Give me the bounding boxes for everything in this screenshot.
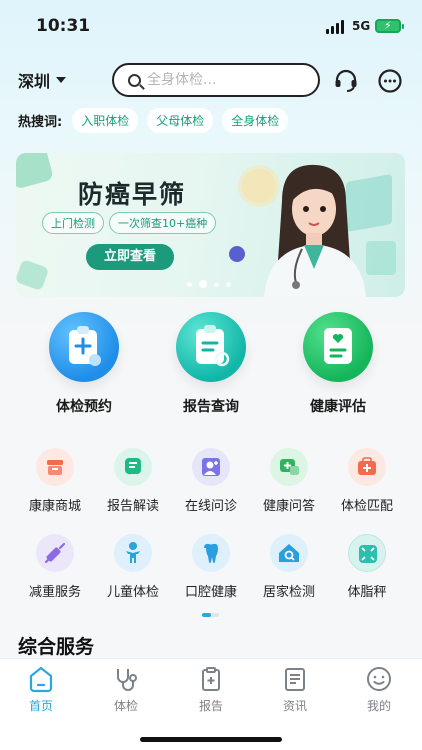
child-icon (114, 534, 152, 572)
carousel-indicator (187, 280, 238, 288)
tab-label: 首页 (28, 699, 53, 713)
grid-item-oral-health[interactable]: 口腔健康 (171, 534, 251, 600)
grid-label: 报告解读 (106, 499, 159, 514)
medkit-icon (348, 448, 386, 486)
report-chat-icon (114, 448, 152, 486)
hot-search-label: 热搜词: (18, 114, 63, 130)
grid-label: 口腔健康 (184, 585, 237, 600)
virus-illustration (229, 246, 245, 262)
grid-item-online-consult[interactable]: 在线问诊 (171, 448, 251, 514)
message-icon[interactable] (377, 68, 403, 94)
tab-label: 资讯 (282, 699, 307, 713)
search-icon (128, 73, 141, 87)
service-checkup-booking[interactable]: 体检预约 (34, 312, 134, 416)
home-indicator (140, 737, 282, 742)
syringe-icon (36, 534, 74, 572)
grid-label: 体检匹配 (340, 499, 393, 514)
doctor-illustration (264, 164, 366, 297)
grid-label: 在线问诊 (184, 499, 237, 514)
service-label: 健康评估 (310, 399, 366, 415)
grid-item-checkup-match[interactable]: 体检匹配 (327, 448, 407, 514)
signal-icon (326, 20, 346, 34)
grid-label: 居家检测 (262, 585, 315, 600)
grid-item-home-test[interactable]: 居家检测 (249, 534, 329, 600)
grid-item-health-qa[interactable]: 健康问答 (249, 448, 329, 514)
tab-report[interactable]: 报告 (181, 665, 241, 714)
grid-label: 减重服务 (28, 585, 81, 600)
grid-item-report-interpret[interactable]: 报告解读 (93, 448, 173, 514)
banner-pills: 上门检测 一次筛查10+癌种 (42, 212, 221, 234)
customer-service-icon[interactable] (333, 68, 359, 94)
tab-label: 体检 (113, 699, 138, 713)
hot-tag[interactable]: 入职体检 (72, 107, 139, 133)
grid-item-weight-loss[interactable]: 减重服务 (15, 534, 95, 600)
clipboard-plus-icon (49, 312, 119, 382)
doctor-icon (192, 448, 230, 486)
grid-item-shop[interactable]: 康康商城 (15, 448, 95, 514)
tab-news[interactable]: 资讯 (265, 665, 325, 714)
grid-label: 健康问答 (262, 499, 315, 514)
network-label: 5G (352, 19, 371, 33)
home-test-icon (270, 534, 308, 572)
shop-icon (36, 448, 74, 486)
qa-icon (270, 448, 308, 486)
battery-icon: ⚡ (375, 19, 404, 33)
tab-home[interactable]: 首页 (11, 665, 71, 714)
tab-label: 我的 (366, 699, 391, 713)
grid-item-body-fat-scale[interactable]: 体脂秤 (327, 534, 407, 600)
service-label: 体检预约 (56, 399, 112, 415)
search-input[interactable] (147, 72, 297, 88)
caret-down-icon (56, 77, 67, 83)
service-health-assessment[interactable]: 健康评估 (288, 312, 388, 416)
grid-label: 儿童体检 (106, 585, 159, 600)
grid-label: 康康商城 (28, 499, 81, 514)
grid-item-child-checkup[interactable]: 儿童体检 (93, 534, 173, 600)
report-search-icon (176, 312, 246, 382)
report-icon (202, 667, 220, 691)
tab-checkup[interactable]: 体检 (96, 665, 156, 714)
service-label: 报告查询 (183, 399, 239, 415)
grid-label: 体脂秤 (347, 585, 387, 600)
tooth-icon (192, 534, 230, 572)
tab-label: 报告 (198, 699, 223, 713)
grid-page-indicator (202, 613, 219, 617)
decor-shape (16, 258, 50, 292)
home-icon (29, 666, 53, 693)
heart-clipboard-icon (303, 312, 373, 382)
banner-pill: 上门检测 (42, 212, 104, 234)
city-selector[interactable]: 深圳 (18, 68, 67, 92)
scale-icon (348, 534, 386, 572)
news-icon (285, 668, 305, 691)
status-time: 10:31 (36, 16, 91, 36)
search-bar[interactable] (112, 63, 320, 97)
promo-banner[interactable]: 防癌早筛 上门检测 一次筛查10+癌种 立即查看 (16, 153, 405, 297)
decor-shape (16, 153, 54, 190)
hot-search: 热搜词: 入职体检 父母体检 全身体检 (18, 107, 297, 133)
hot-tag[interactable]: 全身体检 (222, 107, 289, 133)
section-title: 综合服务 (18, 636, 95, 658)
tab-profile[interactable]: 我的 (349, 665, 409, 714)
city-label: 深圳 (18, 72, 51, 91)
hot-tag[interactable]: 父母体检 (147, 107, 214, 133)
profile-icon (367, 667, 391, 691)
banner-pill: 一次筛查10+癌种 (109, 212, 217, 234)
stethoscope-icon (117, 669, 137, 691)
banner-title: 防癌早筛 (78, 180, 187, 209)
view-now-button[interactable]: 立即查看 (86, 244, 174, 270)
service-report-query[interactable]: 报告查询 (161, 312, 261, 416)
status-bar: 10:31 5G ⚡ (0, 0, 422, 52)
